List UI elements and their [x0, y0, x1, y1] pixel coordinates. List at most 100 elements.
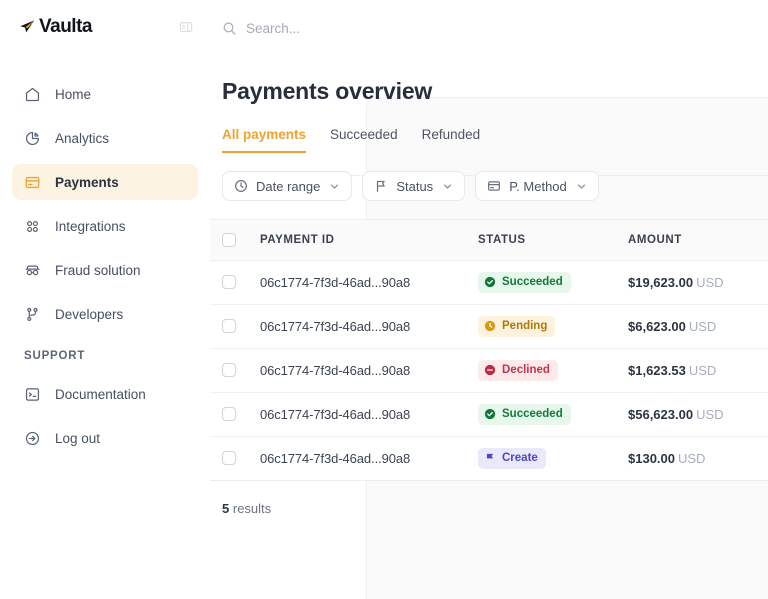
pie-chart-icon: [24, 130, 41, 147]
cell-status: Pending: [478, 304, 628, 349]
column-header-amount[interactable]: AMOUNT: [628, 220, 768, 261]
sidebar-item-label: Analytics: [55, 130, 110, 146]
table-body: 06c1774-7f3d-46ad...90a8 Succeeded $19,6…: [210, 260, 768, 480]
table-row[interactable]: 06c1774-7f3d-46ad...90a8 Create $130.00 …: [210, 436, 768, 480]
chevron-down-icon: [329, 181, 340, 192]
currency-label: USD: [678, 450, 706, 466]
cell-amount: $130.00 USD: [628, 436, 768, 480]
row-checkbox[interactable]: [222, 407, 236, 421]
brand-name: Vaulta: [39, 16, 92, 37]
sidebar-item-fraud-solution[interactable]: Fraud solution: [12, 252, 198, 288]
column-header-payment-id[interactable]: PAYMENT ID: [260, 220, 478, 261]
cell-amount: $19,623.00 USD: [628, 260, 768, 305]
flag-icon: [484, 452, 496, 464]
cell-status: Create: [478, 436, 628, 480]
status-badge: Create: [478, 447, 546, 469]
status-badge: Succeeded: [478, 403, 571, 425]
search-input[interactable]: [246, 20, 446, 36]
status-badge: Pending: [478, 315, 556, 337]
sidebar-nav: Home Analytics Payments Integrations Fra…: [0, 76, 210, 456]
brand-row: Vaulta: [0, 0, 210, 40]
status-label: Create: [502, 452, 538, 465]
select-all-header: [210, 220, 260, 261]
sidebar-item-label: Integrations: [55, 218, 126, 234]
filter-status[interactable]: Status: [362, 171, 466, 201]
table-header-row: PAYMENT ID STATUS AMOUNT: [210, 220, 768, 261]
select-all-checkbox[interactable]: [222, 232, 236, 247]
paper-plane-icon: [18, 18, 36, 36]
sidebar-item-label: Payments: [55, 174, 119, 190]
sidebar-section-support: SUPPORT: [24, 350, 86, 362]
status-label: Succeeded: [502, 408, 563, 420]
row-checkbox[interactable]: [222, 451, 236, 466]
search-bar[interactable]: [222, 13, 482, 43]
flag-icon: [374, 179, 388, 193]
page-title: Payments overview: [222, 78, 433, 104]
sidebar-item-label: Fraud solution: [55, 262, 141, 278]
row-select-cell: [210, 304, 260, 349]
payment-id-value: 06c1774-7f3d-46ad...90a8: [260, 362, 411, 378]
tab-all-payments[interactable]: All payments: [222, 127, 307, 153]
row-select-cell: [210, 436, 260, 480]
spy-glasses-icon: [24, 262, 41, 279]
table-header: PAYMENT ID STATUS AMOUNT: [210, 220, 768, 261]
sidebar: Vaulta Home Analytics Payments Integrati…: [0, 0, 210, 599]
table-row[interactable]: 06c1774-7f3d-46ad...90a8 Succeeded: [210, 392, 768, 437]
sidebar-item-analytics[interactable]: Analytics: [12, 120, 198, 156]
amount-value: $130.00: [628, 450, 675, 466]
logout-icon: [24, 430, 41, 447]
grid-dots-icon: [24, 218, 41, 235]
status-label: Succeeded: [502, 276, 563, 288]
brand[interactable]: Vaulta: [18, 16, 92, 38]
sidebar-item-integrations[interactable]: Integrations: [12, 208, 198, 244]
cell-status: Succeeded: [478, 260, 628, 305]
cell-amount: $1,623.53 USD: [628, 348, 768, 393]
sidebar-collapse-icon[interactable]: [178, 19, 194, 35]
status-badge: Succeeded: [478, 271, 571, 293]
tab-succeeded[interactable]: Succeeded: [330, 127, 398, 153]
amount-value: $6,623.00: [628, 318, 686, 334]
minus-circle-icon: [484, 364, 496, 376]
filter-payment-method[interactable]: P. Method: [475, 171, 599, 201]
clock-icon: [234, 179, 248, 193]
check-circle-icon: [484, 408, 496, 420]
payments-table-container: PAYMENT ID STATUS AMOUNT 06c1774-7f3d-46…: [210, 219, 768, 481]
app-root: Vaulta Home Analytics Payments Integrati…: [0, 0, 768, 599]
git-branch-icon: [24, 306, 41, 323]
amount-value: $56,623.00: [628, 406, 694, 422]
filter-date-range[interactable]: Date range: [222, 171, 353, 201]
sidebar-item-home[interactable]: Home: [12, 76, 198, 112]
sidebar-item-log-out[interactable]: Log out: [12, 420, 198, 456]
tab-label: All payments: [222, 127, 307, 142]
sidebar-item-developers[interactable]: Developers: [12, 296, 198, 332]
home-icon: [24, 86, 41, 103]
cell-status: Declined: [478, 348, 628, 393]
tab-refunded[interactable]: Refunded: [422, 127, 481, 153]
table-row[interactable]: 06c1774-7f3d-46ad...90a8 Succeeded: [210, 260, 768, 305]
row-checkbox[interactable]: [222, 275, 236, 289]
currency-label: USD: [696, 274, 724, 290]
sidebar-item-label: Home: [55, 86, 92, 102]
cell-amount: $56,623.00 USD: [628, 392, 768, 437]
row-checkbox[interactable]: [222, 319, 236, 333]
sidebar-item-documentation[interactable]: Documentation: [12, 376, 198, 412]
row-checkbox[interactable]: [222, 363, 236, 377]
results-number: 5: [222, 501, 230, 516]
payment-id-value: 06c1774-7f3d-46ad...90a8: [260, 450, 411, 466]
column-header-status[interactable]: STATUS: [478, 220, 628, 261]
payment-id-value: 06c1774-7f3d-46ad...90a8: [260, 406, 411, 422]
card-icon: [24, 174, 41, 191]
table-row[interactable]: 06c1774-7f3d-46ad...90a8 Declined $1,623…: [210, 348, 768, 393]
sidebar-item-label: Log out: [55, 430, 101, 446]
sidebar-item-payments[interactable]: Payments: [12, 164, 198, 200]
row-select-cell: [210, 260, 260, 305]
status-label: Pending: [502, 320, 548, 332]
main-content: Payments overview All payments Succeeded…: [210, 0, 768, 599]
cell-payment-id: 06c1774-7f3d-46ad...90a8: [260, 260, 478, 305]
amount-value: $1,623.53: [628, 362, 686, 378]
card-icon: [487, 179, 501, 193]
cell-amount: $6,623.00 USD: [628, 304, 768, 349]
table-row[interactable]: 06c1774-7f3d-46ad...90a8 Pending $6,623.…: [210, 304, 768, 349]
row-select-cell: [210, 348, 260, 393]
currency-label: USD: [688, 362, 717, 378]
